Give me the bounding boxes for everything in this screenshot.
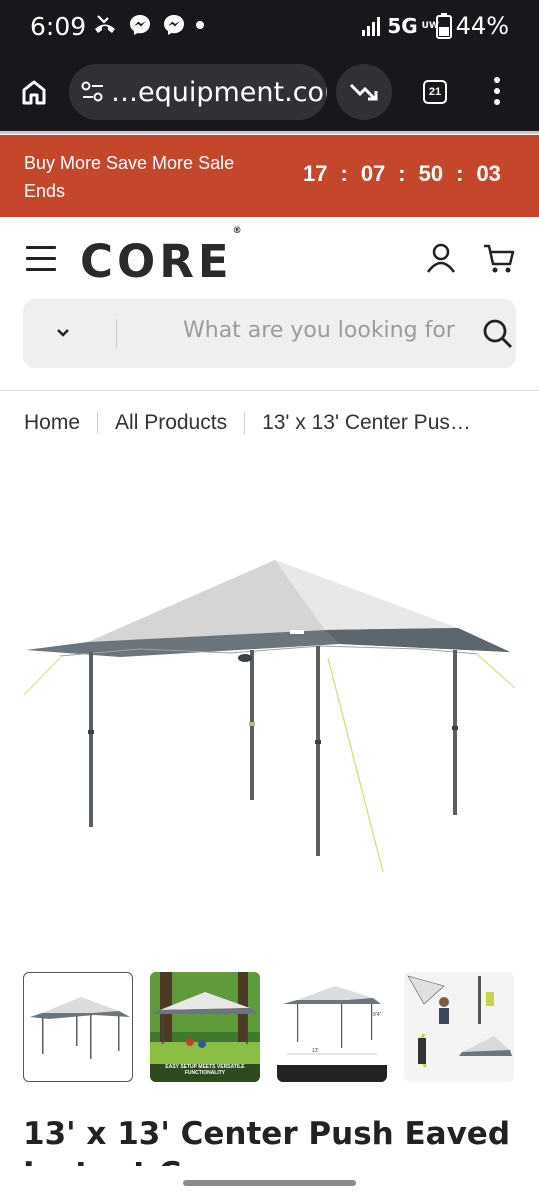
more-notifications-dot [196, 21, 204, 29]
countdown-separator: : [456, 161, 464, 186]
search-icon[interactable] [482, 318, 514, 350]
signal-icon [362, 17, 381, 36]
breadcrumb-home[interactable]: Home [24, 411, 80, 435]
site-header: CORE® [0, 217, 539, 299]
countdown-seconds: 03 [476, 161, 501, 186]
breadcrumb-all-products[interactable]: All Products [115, 411, 227, 435]
countdown-hours: 07 [360, 161, 386, 186]
network-type: 5G [387, 14, 418, 38]
breadcrumb: Home All Products 13' x 13' Center Push … [24, 411, 524, 435]
header-divider [0, 390, 539, 391]
thumbnail-4[interactable] [404, 972, 514, 1082]
product-main-image[interactable] [0, 460, 539, 955]
promo-banner: Buy More Save More Sale Ends 17 : 07 : 5… [0, 135, 539, 217]
browser-menu-button[interactable] [494, 77, 500, 105]
search-bar[interactable]: What are you looking for [23, 299, 516, 368]
thumbnail-strip: EASY SETUP MEETS VERSATILE FUNCTIONALITY… [23, 972, 514, 1082]
messenger-icon-2 [164, 15, 184, 35]
system-status: 5G UW 44% [361, 12, 509, 40]
url-text: …equipment.com [111, 77, 327, 108]
gesture-handle[interactable] [183, 1180, 356, 1186]
countdown-separator: : [398, 161, 406, 186]
battery-icon [435, 13, 452, 39]
cart-icon[interactable] [482, 243, 516, 275]
promo-text: Buy More Save More Sale Ends [24, 153, 235, 201]
tab-switcher-button[interactable]: 21 [423, 80, 447, 104]
thumbnail-3-dimension: 13' [312, 1048, 319, 1054]
site-settings-icon[interactable] [81, 81, 105, 103]
thumbnail-3[interactable]: 13' 9'4" [277, 972, 387, 1082]
status-bar: 6:09 5G UW 44% [0, 0, 539, 52]
price-tracking-button[interactable] [336, 64, 392, 120]
search-divider [116, 319, 117, 349]
browser-toolbar: …equipment.com 21 [0, 52, 539, 134]
thumbnail-2[interactable]: EASY SETUP MEETS VERSATILE FUNCTIONALITY [150, 972, 260, 1082]
battery-percent: 44% [455, 12, 509, 40]
navigation-gesture-bar [0, 1166, 539, 1200]
countdown-days: 17 [303, 161, 328, 186]
search-input[interactable]: What are you looking for [183, 318, 465, 343]
address-bar[interactable]: …equipment.com [69, 64, 327, 120]
breadcrumb-current: 13' x 13' Center Push Eaved Instant Cano… [262, 411, 474, 434]
countdown-separator: : [340, 161, 348, 186]
home-icon[interactable] [20, 78, 48, 106]
thumbnail-2-caption: EASY SETUP MEETS VERSATILE FUNCTIONALITY [165, 1064, 245, 1076]
breadcrumb-separator [97, 412, 99, 434]
product-title: 13' x 13' Center Push Eaved Instant Cano… [23, 1116, 511, 1166]
account-icon[interactable] [425, 242, 457, 274]
core-logo[interactable]: CORE® [80, 226, 242, 284]
countdown-timer: 17 : 07 : 50 : 03 [303, 161, 501, 187]
status-time: 6:09 [30, 12, 87, 41]
messenger-icon [130, 15, 150, 35]
thumbnail-3-height: 9'4" [373, 1012, 382, 1018]
chevron-down-icon[interactable] [55, 325, 71, 341]
thumbnail-1[interactable] [23, 972, 133, 1082]
trending-down-icon [349, 83, 378, 101]
canopy-image [23, 560, 516, 873]
notification-icons [92, 13, 204, 37]
missed-call-icon [95, 15, 115, 33]
menu-icon[interactable] [26, 246, 56, 271]
countdown-minutes: 50 [418, 161, 444, 186]
network-subtype: UW [421, 20, 439, 31]
breadcrumb-separator [244, 412, 246, 434]
